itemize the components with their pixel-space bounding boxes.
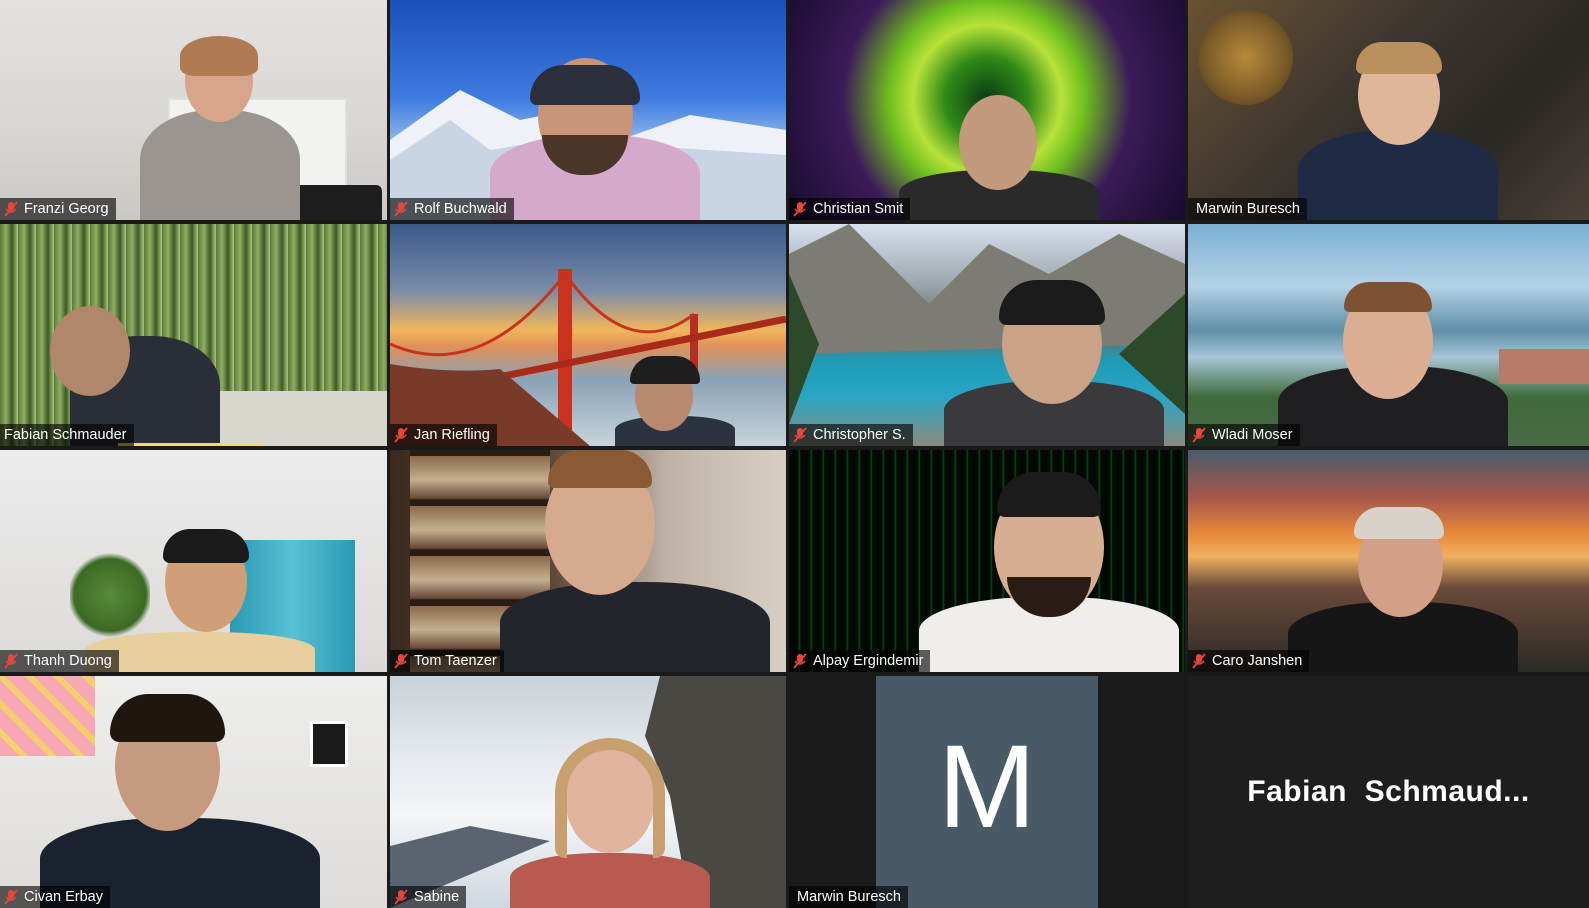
display-name-text: Fabian Schmaud... xyxy=(1247,775,1530,808)
participant-figure xyxy=(30,276,220,446)
participant-name-label: Civan Erbay xyxy=(0,886,110,908)
avatar: M xyxy=(876,676,1098,908)
microphone-muted-icon xyxy=(394,427,408,443)
microphone-muted-icon xyxy=(394,201,408,217)
video-tile-marwin-buresch[interactable]: Marwin Buresch xyxy=(1188,0,1589,220)
participant-figure xyxy=(1278,254,1508,446)
participant-figure xyxy=(919,462,1179,672)
participant-name-label: Caro Janshen xyxy=(1188,650,1310,672)
participant-figure xyxy=(1288,502,1518,672)
participant-name-label: Marwin Buresch xyxy=(789,886,908,908)
round-hatch xyxy=(1198,10,1293,105)
microphone-muted-icon xyxy=(394,889,408,905)
video-tile-tom-taenzer[interactable]: Tom Taenzer xyxy=(390,450,786,672)
participant-name-label: Thanh Duong xyxy=(0,650,119,672)
participant-name: Alpay Ergindemir xyxy=(813,653,924,669)
participant-name: Civan Erbay xyxy=(24,889,103,905)
video-tile-franzi-georg[interactable]: Franzi Georg xyxy=(0,0,387,220)
roof xyxy=(1499,349,1589,384)
microphone-muted-icon xyxy=(793,427,807,443)
participant-figure xyxy=(490,30,700,220)
participant-name-label: Marwin Buresch xyxy=(1188,198,1307,220)
microphone-muted-icon xyxy=(793,201,807,217)
participant-figure xyxy=(510,738,710,908)
microphone-muted-icon xyxy=(394,653,408,669)
video-tile-alpay-ergindemir[interactable]: Alpay Ergindemir xyxy=(789,450,1185,672)
participant-name-label: Fabian Schmauder xyxy=(0,424,134,446)
video-tile-thanh-duong[interactable]: Thanh Duong xyxy=(0,450,387,672)
video-tile-fabian-schmauder-name-only[interactable]: Fabian Schmaud... xyxy=(1188,676,1589,908)
audio-level-bar xyxy=(118,443,263,446)
participant-name-label: Sabine xyxy=(390,886,467,908)
participant-name-label: Franzi Georg xyxy=(0,198,116,220)
participant-figure xyxy=(85,529,315,672)
video-gallery: Franzi Georg Rolf Buchwald Christian Smi… xyxy=(0,0,1589,908)
participant-name: Wladi Moser xyxy=(1212,427,1293,443)
participant-name-label: Christian Smit xyxy=(789,198,911,220)
participant-name: Tom Taenzer xyxy=(414,653,497,669)
participant-name: Christopher S. xyxy=(813,427,906,443)
microphone-muted-icon xyxy=(1192,653,1206,669)
participant-name: Fabian Schmauder xyxy=(4,427,127,443)
participant-name-label: Christopher S. xyxy=(789,424,913,446)
video-tile-jan-riefling[interactable]: Jan Riefling xyxy=(390,224,786,446)
video-tile-civan-erbay[interactable]: Civan Erbay xyxy=(0,676,387,908)
participant-name: Caro Janshen xyxy=(1212,653,1303,669)
participant-figure xyxy=(140,36,310,220)
participant-name-label: Wladi Moser xyxy=(1188,424,1300,446)
participant-figure xyxy=(500,450,770,672)
video-tile-christopher-s[interactable]: Christopher S. xyxy=(789,224,1185,446)
participant-figure xyxy=(40,686,320,908)
video-tile-wladi-moser[interactable]: Wladi Moser xyxy=(1188,224,1589,446)
participant-name: Marwin Buresch xyxy=(1196,201,1300,217)
participant-figure xyxy=(615,356,735,446)
participant-name-label: Jan Riefling xyxy=(390,424,497,446)
participant-figure xyxy=(899,90,1099,220)
participant-figure xyxy=(1298,20,1498,220)
participant-figure xyxy=(944,254,1164,446)
avatar-letter: M xyxy=(937,721,1037,853)
participant-name: Jan Riefling xyxy=(414,427,490,443)
microphone-muted-icon xyxy=(1192,427,1206,443)
video-tile-sabine[interactable]: Sabine xyxy=(390,676,786,908)
participant-name-label: Rolf Buchwald xyxy=(390,198,514,220)
microphone-muted-icon xyxy=(4,201,18,217)
participant-name: Christian Smit xyxy=(813,201,904,217)
participant-name: Thanh Duong xyxy=(24,653,112,669)
participant-name: Marwin Buresch xyxy=(797,889,901,905)
participant-name-label: Tom Taenzer xyxy=(390,650,504,672)
microphone-muted-icon xyxy=(4,653,18,669)
video-tile-caro-janshen[interactable]: Caro Janshen xyxy=(1188,450,1589,672)
video-tile-fabian-schmauder[interactable]: Fabian Schmauder xyxy=(0,224,387,446)
video-tile-rolf-buchwald[interactable]: Rolf Buchwald xyxy=(390,0,786,220)
participant-display-name: Fabian Schmaud... xyxy=(1188,676,1589,908)
participant-name: Rolf Buchwald xyxy=(414,201,507,217)
microphone-muted-icon xyxy=(793,653,807,669)
video-tile-marwin-buresch-avatar[interactable]: M Marwin Buresch xyxy=(789,676,1185,908)
participant-name: Sabine xyxy=(414,889,460,905)
microphone-muted-icon xyxy=(4,889,18,905)
participant-name: Franzi Georg xyxy=(24,201,109,217)
video-tile-christian-smit[interactable]: Christian Smit xyxy=(789,0,1185,220)
participant-name-label: Alpay Ergindemir xyxy=(789,650,931,672)
